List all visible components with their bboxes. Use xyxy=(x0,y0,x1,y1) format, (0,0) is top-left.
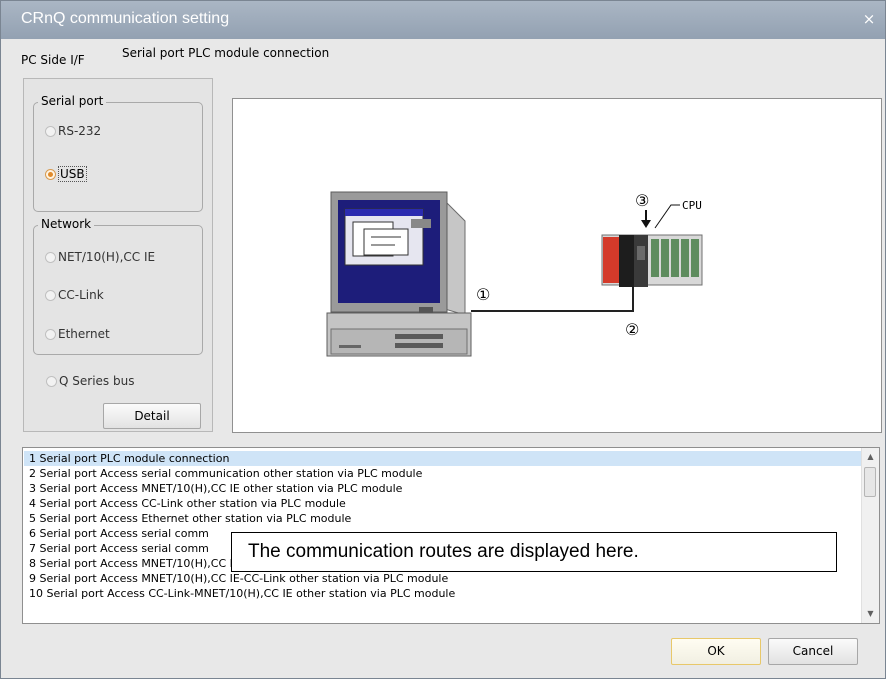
detail-button[interactable]: Detail xyxy=(103,403,201,429)
radio-rs232[interactable]: RS-232 xyxy=(45,124,101,138)
route-row-2[interactable]: 2 Serial port Access serial communicatio… xyxy=(29,466,422,481)
route-row-4[interactable]: 4 Serial port Access CC-Link other stati… xyxy=(29,496,346,511)
route-row-10[interactable]: 10 Serial port Access CC-Link-MNET/10(H)… xyxy=(29,586,455,601)
cable-line xyxy=(471,285,634,312)
ok-button[interactable]: OK xyxy=(671,638,761,665)
scroll-thumb[interactable] xyxy=(864,467,876,497)
radio-net10-cc-ie[interactable]: NET/10(H),CC IE xyxy=(45,250,155,264)
radio-q-series-bus[interactable]: Q Series bus xyxy=(46,374,134,388)
serial-port-group-title: Serial port xyxy=(38,94,107,108)
pc-side-label: PC Side I/F xyxy=(21,53,85,67)
close-icon[interactable]: × xyxy=(859,9,879,29)
cpu-leader-line xyxy=(654,204,680,229)
route-row-6[interactable]: 6 Serial port Access serial comm xyxy=(29,526,209,541)
route-list-scrollbar[interactable]: ▲ ▼ xyxy=(861,448,879,623)
pc-icon xyxy=(326,191,472,357)
cpu-arrow-head xyxy=(641,220,651,228)
title-bar[interactable]: CRnQ communication setting × xyxy=(1,1,885,39)
dialog-title: CRnQ communication setting xyxy=(21,10,230,27)
scroll-down-icon[interactable]: ▼ xyxy=(863,606,878,621)
radio-net10-indicator xyxy=(45,251,56,263)
radio-q-series-indicator xyxy=(46,375,57,387)
interface-panel: Serial port RS-232 USB Network NET/10(H)… xyxy=(23,78,213,432)
network-group: Network NET/10(H),CC IE CC-Link Ethernet xyxy=(33,217,203,355)
radio-net10-label: NET/10(H),CC IE xyxy=(58,250,156,264)
plc-module-icon xyxy=(601,234,703,287)
network-group-title: Network xyxy=(38,217,95,231)
radio-ethernet[interactable]: Ethernet xyxy=(45,327,110,341)
radio-usb-label: USB xyxy=(58,166,87,182)
radio-ethernet-indicator xyxy=(45,328,56,340)
marker-2: ② xyxy=(625,320,639,339)
radio-ethernet-label: Ethernet xyxy=(58,327,110,341)
marker-1: ① xyxy=(476,285,490,304)
radio-cc-link-indicator xyxy=(45,289,56,301)
route-diagram-illustration: ③ CPU ① ② xyxy=(326,191,703,357)
route-diagram: ③ CPU ① ② xyxy=(232,98,882,433)
radio-usb[interactable]: USB xyxy=(45,166,87,182)
radio-rs232-indicator xyxy=(45,125,56,137)
cpu-label: CPU xyxy=(682,199,702,212)
serial-port-group: Serial port RS-232 USB xyxy=(33,94,203,212)
radio-rs232-label: RS-232 xyxy=(58,124,102,138)
radio-q-series-label: Q Series bus xyxy=(59,374,135,388)
communication-setting-dialog: CRnQ communication setting × PC Side I/F… xyxy=(0,0,886,679)
cancel-button[interactable]: Cancel xyxy=(768,638,858,665)
route-row-1[interactable]: 1 Serial port PLC module connection xyxy=(24,451,862,466)
route-row-5[interactable]: 5 Serial port Access Ethernet other stat… xyxy=(29,511,351,526)
radio-usb-indicator xyxy=(45,168,56,180)
radio-cc-link-label: CC-Link xyxy=(58,288,104,302)
route-row-9[interactable]: 9 Serial port Access MNET/10(H),CC IE-CC… xyxy=(29,571,448,586)
scroll-up-icon[interactable]: ▲ xyxy=(863,449,878,464)
route-row-3[interactable]: 3 Serial port Access MNET/10(H),CC IE ot… xyxy=(29,481,402,496)
marker-3: ③ xyxy=(635,191,649,210)
connection-title: Serial port PLC module connection xyxy=(122,46,330,60)
radio-cc-link[interactable]: CC-Link xyxy=(45,288,104,302)
routes-callout: The communication routes are displayed h… xyxy=(231,532,837,572)
route-row-7[interactable]: 7 Serial port Access serial comm xyxy=(29,541,209,556)
